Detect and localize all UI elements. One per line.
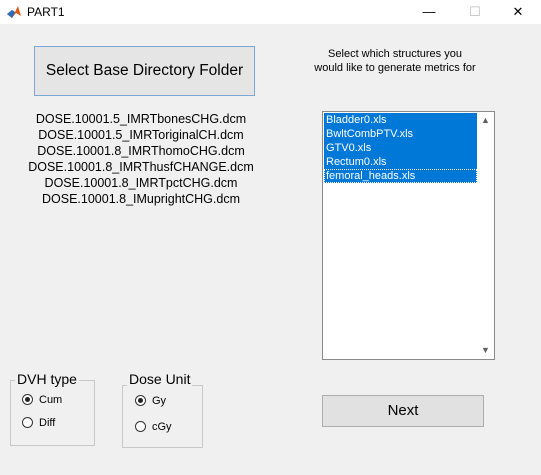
next-button[interactable]: Next	[322, 395, 484, 427]
radio-unchecked-icon[interactable]	[22, 417, 33, 428]
select-base-directory-button[interactable]: Select Base Directory Folder	[34, 46, 255, 96]
dose-unit-title: Dose Unit	[127, 371, 193, 387]
instruction-line: Select which structures you	[328, 48, 462, 60]
dvh-type-title: DVH type	[15, 371, 79, 387]
file-name: DOSE.10001.5_IMRTbonesCHG.dcm	[35, 112, 247, 126]
file-name: DOSE.10001.5_IMRToriginalCH.dcm	[38, 128, 244, 142]
file-name: DOSE.10001.8_IMRThusfCHANGE.dcm	[28, 160, 254, 174]
matlab-icon	[7, 6, 21, 18]
file-list: DOSE.10001.5_IMRTbonesCHG.dcm DOSE.10001…	[10, 111, 272, 207]
instruction-line: would like to generate metrics for	[314, 62, 476, 74]
radio-checked-icon[interactable]	[135, 395, 146, 406]
radio-label: Cum	[39, 394, 63, 406]
radio-unchecked-icon[interactable]	[135, 421, 146, 432]
list-item[interactable]: Bladder0.xls	[324, 113, 477, 127]
scroll-down-icon[interactable]: ▼	[477, 342, 494, 359]
close-button[interactable]: ✕	[495, 0, 541, 24]
radio-label: cGy	[152, 421, 172, 433]
list-item[interactable]: femoral_heads.xls	[324, 169, 477, 183]
listbox-scrollbar[interactable]: ▲ ▼	[477, 112, 494, 359]
maximize-button[interactable]: ☐	[452, 0, 498, 24]
file-name: DOSE.10001.8_IMRThomoCHG.dcm	[37, 144, 245, 158]
window-title: PART1	[27, 5, 65, 19]
scroll-up-icon[interactable]: ▲	[477, 112, 494, 129]
minimize-button[interactable]: —	[406, 0, 452, 24]
file-name: DOSE.10001.8_IMRTpctCHG.dcm	[44, 176, 238, 190]
radio-label: Gy	[152, 395, 167, 407]
structure-listbox[interactable]: Bladder0.xls BwltCombPTV.xls GTV0.xls Re…	[322, 111, 495, 360]
radio-checked-icon[interactable]	[22, 394, 33, 405]
title-bar: PART1 — ☐ ✕	[0, 0, 541, 24]
list-item[interactable]: BwltCombPTV.xls	[324, 127, 477, 141]
list-item[interactable]: Rectum0.xls	[324, 155, 477, 169]
dvh-type-group: DVH type Cum Diff	[10, 371, 95, 446]
list-item[interactable]: GTV0.xls	[324, 141, 477, 155]
radio-label: Diff	[39, 417, 56, 429]
dose-unit-group: Dose Unit Gy cGy	[122, 371, 203, 448]
structure-instructions: Select which structures you would like t…	[305, 47, 485, 75]
file-name: DOSE.10001.8_IMuprightCHG.dcm	[41, 192, 240, 206]
